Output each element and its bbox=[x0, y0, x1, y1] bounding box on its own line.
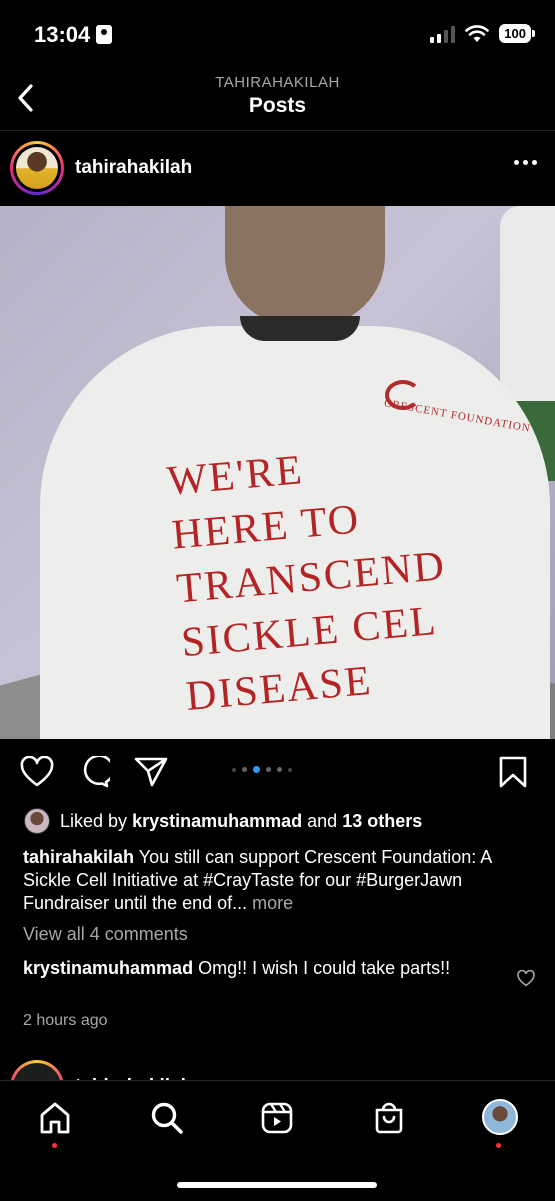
status-bar: 13:04 100 bbox=[0, 0, 555, 70]
liker-username[interactable]: krystinamuhammad bbox=[132, 811, 302, 832]
comment-icon bbox=[83, 754, 115, 788]
contact-card-icon bbox=[96, 25, 112, 44]
tab-search[interactable] bbox=[150, 1101, 184, 1140]
home-icon bbox=[40, 1102, 70, 1134]
profile-avatar bbox=[482, 1099, 518, 1135]
signal-icon bbox=[430, 25, 456, 43]
more-options-button[interactable] bbox=[514, 160, 537, 165]
header-subtitle: TAHIRAHAKILAH bbox=[215, 74, 340, 91]
carousel-dot bbox=[288, 767, 292, 772]
post-actions bbox=[0, 752, 555, 796]
carousel-indicator bbox=[232, 766, 292, 773]
caption-more-link[interactable]: more bbox=[252, 893, 293, 913]
avatar-image bbox=[16, 147, 58, 189]
status-icons: 100 bbox=[430, 24, 535, 43]
carousel-dot bbox=[253, 766, 260, 773]
comment-button[interactable] bbox=[78, 754, 115, 793]
heart-icon bbox=[20, 755, 54, 787]
post-timestamp: 2 hours ago bbox=[23, 1012, 108, 1029]
view-comments-link[interactable]: View all 4 comments bbox=[23, 924, 188, 945]
share-button[interactable] bbox=[134, 756, 168, 793]
page-header: TAHIRAHAKILAH Posts bbox=[0, 70, 555, 131]
carousel-dot bbox=[277, 767, 282, 772]
avatar[interactable] bbox=[10, 141, 64, 195]
profile-notification-dot bbox=[496, 1143, 501, 1148]
carousel-dot bbox=[266, 767, 271, 772]
tab-home[interactable] bbox=[38, 1101, 72, 1140]
likes-summary[interactable]: Liked by krystinamuhammad and 13 others bbox=[24, 808, 422, 834]
caption-username[interactable]: tahirahakilah bbox=[23, 847, 134, 867]
send-icon bbox=[134, 757, 168, 787]
comment-text: Omg!! I wish I could take parts!! bbox=[198, 958, 451, 978]
shirt-text: WE'RE HERE TO TRANSCEND SICKLE CEL DISEA… bbox=[165, 447, 448, 720]
carousel-dot bbox=[232, 767, 236, 772]
carousel-dot bbox=[242, 767, 247, 772]
like-button[interactable] bbox=[20, 755, 54, 793]
home-notification-dot bbox=[52, 1143, 57, 1148]
tab-shop[interactable] bbox=[372, 1101, 406, 1140]
reels-icon bbox=[261, 1102, 293, 1134]
tab-reels[interactable] bbox=[260, 1101, 294, 1140]
bookmark-icon bbox=[499, 756, 527, 788]
post-header: tahirahakilah bbox=[0, 138, 555, 198]
post-username[interactable]: tahirahakilah bbox=[75, 157, 192, 179]
comment: krystinamuhammad Omg!! I wish I could ta… bbox=[23, 957, 493, 980]
save-button[interactable] bbox=[498, 756, 528, 793]
page-title: Posts bbox=[248, 94, 307, 117]
search-icon bbox=[151, 1102, 183, 1134]
comment-username[interactable]: krystinamuhammad bbox=[23, 958, 193, 978]
home-indicator bbox=[177, 1182, 377, 1188]
comment-like-button[interactable] bbox=[517, 969, 535, 992]
wifi-icon bbox=[465, 24, 490, 42]
status-time: 13:04 bbox=[34, 22, 91, 47]
shop-icon bbox=[375, 1102, 403, 1134]
post-caption: tahirahakilah You still can support Cres… bbox=[23, 846, 538, 915]
heart-icon bbox=[517, 969, 535, 987]
tab-profile[interactable] bbox=[482, 1099, 518, 1135]
likes-others[interactable]: 13 others bbox=[342, 811, 422, 832]
battery-indicator: 100 bbox=[499, 24, 535, 43]
liker-avatar bbox=[24, 808, 50, 834]
